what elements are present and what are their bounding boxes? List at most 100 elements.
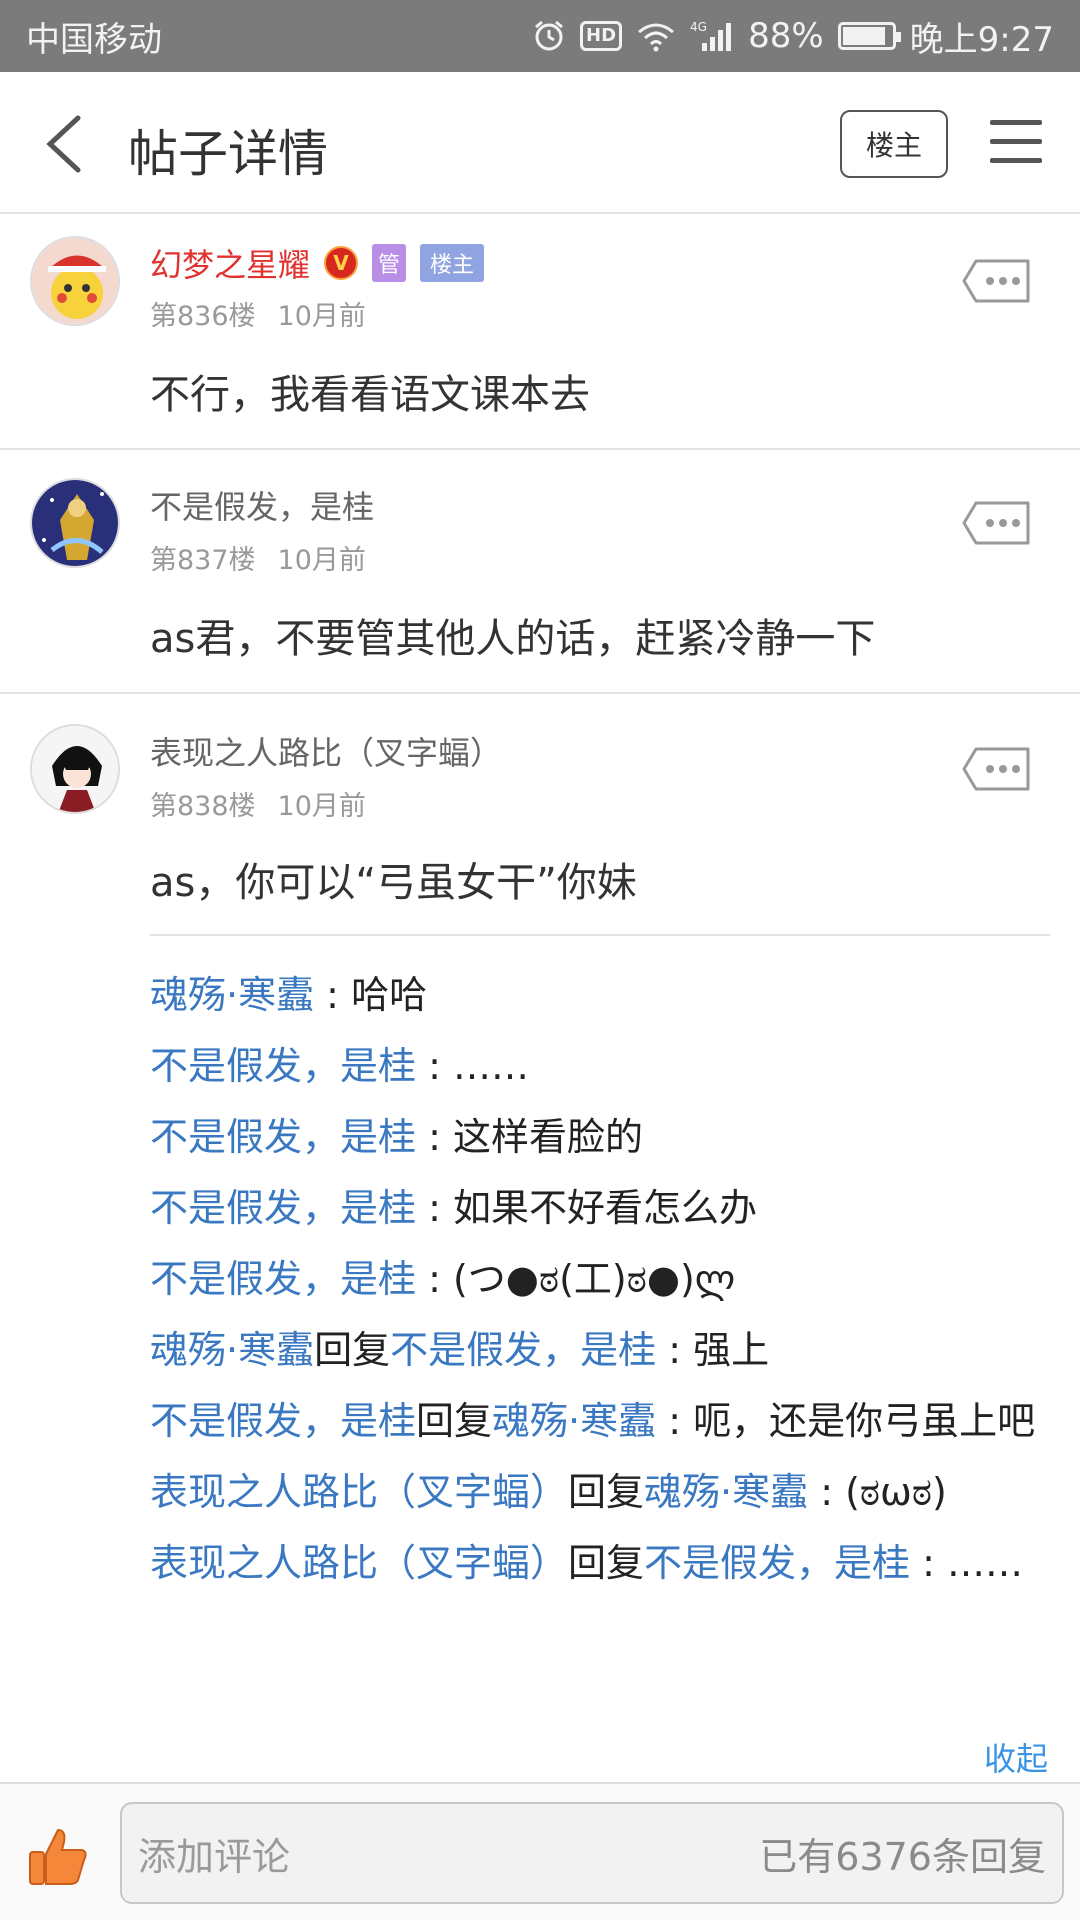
reply-word: 回复 [416, 1399, 493, 1443]
post-meta: 第838楼 10月前 [150, 784, 366, 823]
more-button[interactable] [960, 746, 1032, 792]
op-only-button[interactable]: 楼主 [840, 110, 948, 178]
reply-word: 回复 [568, 1541, 645, 1585]
status-bar: 中国移动 HD 4G 88% 晚上9:27 [0, 0, 1080, 72]
reply-item[interactable]: 魂殇·寒蠹回复不是假发，是桂 : 强上 [150, 1321, 1050, 1379]
app-header: 帖子详情 楼主 [0, 72, 1080, 214]
reply-item[interactable]: 不是假发，是桂回复魂殇·寒蠹 : 呃，还是你弓虽上吧 [150, 1392, 1050, 1450]
alarm-icon [532, 19, 566, 53]
reply-separator: : [808, 1470, 846, 1514]
post-content: 不行，我看看语文课本去 [150, 372, 590, 418]
menu-icon [990, 120, 1042, 125]
op-badge: 楼主 [420, 244, 485, 282]
reply-target-username[interactable]: 不是假发，是桂 [390, 1328, 656, 1372]
reply-text: (つ●ಠ(工)ಠ●)ლ [452, 1257, 736, 1301]
reply-separator: : [314, 973, 352, 1017]
chevron-left-icon [46, 115, 81, 173]
post-item: 表现之人路比（叉字蝠） 第838楼 10月前 as，你可以“弓虽女干”你妹 魂殇·… [0, 694, 1080, 1782]
menu-icon-line [990, 158, 1042, 163]
reply-item[interactable]: 不是假发，是桂 : (つ●ಠ(工)ಠ●)ლ [150, 1250, 1050, 1308]
reply-item[interactable]: 不是假发，是桂 : …… [150, 1037, 1050, 1095]
wifi-icon [636, 20, 676, 52]
reply-text: …… [452, 1044, 529, 1088]
reply-separator: : [416, 1186, 453, 1230]
floor-number: 第837楼 [150, 545, 256, 576]
avatar[interactable] [30, 724, 120, 814]
reply-separator: : [416, 1115, 453, 1159]
menu-button[interactable] [990, 120, 1042, 166]
post-time: 10月前 [277, 791, 366, 822]
author-row: 表现之人路比（叉字蝠） [150, 728, 502, 774]
reply-username[interactable]: 不是假发，是桂 [150, 1186, 416, 1230]
comment-input[interactable]: 添加评论 已有6376条回复 [120, 1802, 1064, 1904]
floor-number: 第836楼 [150, 301, 256, 332]
menu-icon-line [990, 139, 1042, 144]
post-meta: 第837楼 10月前 [150, 538, 366, 577]
carrier-label: 中国移动 [26, 19, 162, 60]
more-icon [962, 259, 1030, 303]
comment-placeholder: 添加评论 [138, 1834, 291, 1879]
reply-target-username[interactable]: 魂殇·寒蠹 [644, 1470, 808, 1514]
reply-word: 回复 [568, 1470, 645, 1514]
battery-level [842, 27, 885, 45]
more-icon [962, 747, 1030, 791]
reply-text: 哈哈 [351, 973, 428, 1017]
admin-badge: 管 [372, 244, 407, 282]
reply-target-username[interactable]: 魂殇·寒蠹 [492, 1399, 656, 1443]
back-button[interactable] [40, 112, 90, 176]
reply-separator: : [910, 1541, 948, 1585]
clock: 晚上9:27 [909, 19, 1054, 60]
reply-username[interactable]: 不是假发，是桂 [150, 1257, 416, 1301]
reply-item[interactable]: 表现之人路比（叉字蝠）回复不是假发，是桂 : …… [150, 1534, 1050, 1592]
author-row: 不是假发，是桂 [150, 482, 374, 528]
reply-word: 回复 [314, 1328, 391, 1372]
more-button[interactable] [960, 258, 1032, 304]
reply-item[interactable]: 魂殇·寒蠹 : 哈哈 [150, 966, 1050, 1024]
more-button[interactable] [960, 500, 1032, 546]
author-name[interactable]: 不是假发，是桂 [150, 482, 374, 528]
like-button[interactable] [26, 1824, 90, 1888]
reply-username[interactable]: 表现之人路比（叉字蝠） [150, 1470, 568, 1514]
reply-username[interactable]: 表现之人路比（叉字蝠） [150, 1541, 568, 1585]
reply-count: 已有6376条回复 [759, 1834, 1046, 1879]
author-row: 幻梦之星耀 V 管 楼主 [150, 240, 485, 286]
reply-username[interactable]: 不是假发，是桂 [150, 1399, 416, 1443]
post-item: 幻梦之星耀 V 管 楼主 第836楼 10月前 不行，我看看语文课本去 [0, 214, 1080, 450]
more-icon [962, 501, 1030, 545]
author-name[interactable]: 幻梦之星耀 [150, 240, 310, 286]
reply-username[interactable]: 魂殇·寒蠹 [150, 1328, 314, 1372]
post-content: as君，不要管其他人的话，赶紧冷静一下 [150, 616, 876, 662]
reply-item[interactable]: 不是假发，是桂 : 这样看脸的 [150, 1108, 1050, 1166]
reply-list: 魂殇·寒蠹 : 哈哈 不是假发，是桂 : …… 不是假发，是桂 : 这样看脸的 不是假… [150, 934, 1050, 1605]
post-content: as，你可以“弓虽女干”你妹 [150, 860, 637, 906]
reply-text: 如果不好看怎么办 [452, 1186, 757, 1230]
reply-username[interactable]: 不是假发，是桂 [150, 1115, 416, 1159]
floor-number: 第838楼 [150, 791, 256, 822]
reply-separator: : [416, 1044, 453, 1088]
collapse-link[interactable]: 收起 [984, 1734, 1048, 1780]
post-time: 10月前 [277, 545, 366, 576]
reply-separator: : [656, 1399, 694, 1443]
reply-username[interactable]: 不是假发，是桂 [150, 1044, 416, 1088]
reply-item[interactable]: 表现之人路比（叉字蝠）回复魂殇·寒蠹 : (ಠωಠ) [150, 1463, 1050, 1521]
status-icons: HD 4G 88% 晚上9:27 [532, 12, 1054, 61]
battery-icon [837, 22, 901, 50]
network-type-label: 4G [690, 20, 707, 34]
reply-item[interactable]: 不是假发，是桂 : 如果不好看怎么办 [150, 1179, 1050, 1237]
author-name[interactable]: 表现之人路比（叉字蝠） [150, 728, 502, 774]
page-title: 帖子详情 [128, 125, 328, 183]
verified-icon: V [324, 246, 359, 280]
thumbs-up-icon [29, 1828, 87, 1885]
reply-text: 这样看脸的 [452, 1115, 643, 1159]
post-item: 不是假发，是桂 第837楼 10月前 as君，不要管其他人的话，赶紧冷静一下 [0, 450, 1080, 694]
signal-icon: 4G [690, 19, 734, 53]
avatar[interactable] [30, 478, 120, 568]
avatar[interactable] [30, 236, 120, 326]
reply-username[interactable]: 魂殇·寒蠹 [150, 973, 314, 1017]
bottom-bar: 添加评论 已有6376条回复 [0, 1782, 1080, 1920]
reply-text: 强上 [693, 1328, 770, 1372]
post-time: 10月前 [277, 301, 366, 332]
hd-icon: HD [580, 21, 623, 51]
reply-target-username[interactable]: 不是假发，是桂 [644, 1541, 910, 1585]
reply-text: 呃，还是你弓虽上吧 [693, 1399, 1036, 1443]
